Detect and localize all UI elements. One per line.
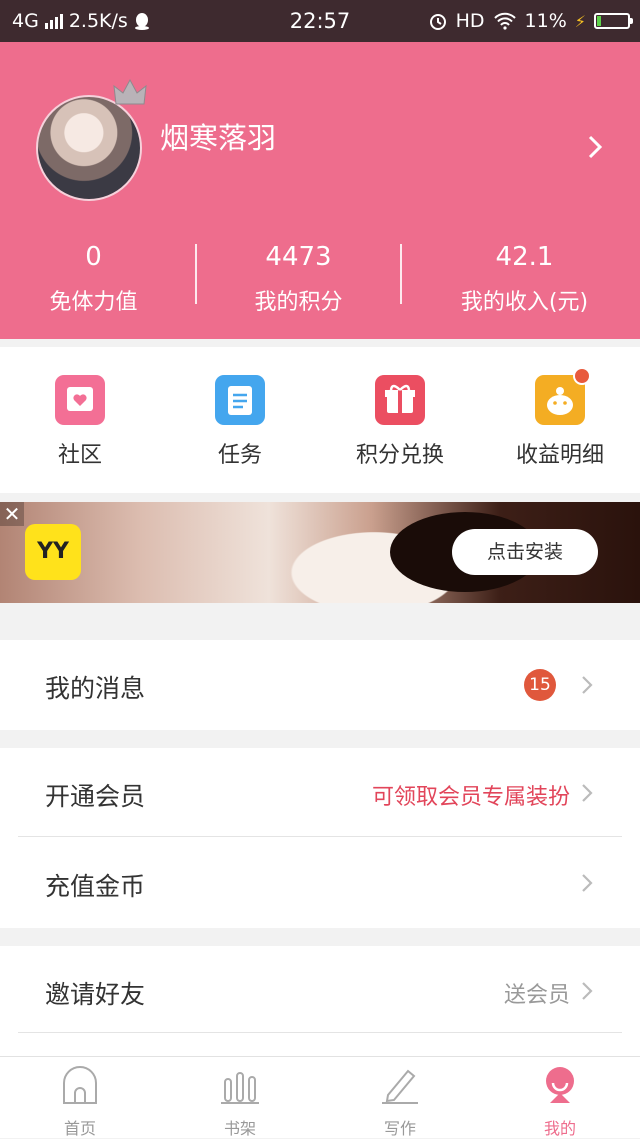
unread-badge: 15 <box>524 669 556 701</box>
row-title: 充值金币 <box>45 872 146 901</box>
action-label: 任务 <box>217 443 262 468</box>
action-income-detail[interactable]: 收益明细 <box>480 367 640 469</box>
row-title: 开通会员 <box>45 782 146 811</box>
chevron-right-icon <box>582 676 593 694</box>
membership-card: 开通会员 可领取会员专属装扮 充值金币 <box>0 748 640 928</box>
wifi-icon <box>493 12 516 30</box>
alarm-icon <box>429 14 446 30</box>
divider <box>400 244 402 304</box>
stat-stamina[interactable]: 0 免体力值 <box>0 242 200 316</box>
tab-write[interactable]: 写作 <box>320 1065 480 1139</box>
profile-icon <box>546 1067 574 1103</box>
stat-label: 我的收入(元) <box>460 290 589 315</box>
action-label: 积分兑换 <box>355 443 444 468</box>
quick-actions: 社区 任务 积分兑换 收益明细 <box>0 347 640 493</box>
menu-row-messages[interactable]: 我的消息 15 <box>0 640 640 730</box>
tab-label: 写作 <box>383 1119 416 1138</box>
row-title: 邀请好友 <box>45 980 146 1009</box>
tab-label: 我的 <box>543 1119 576 1138</box>
vip-promo-text: 可领取会员专属装扮 <box>371 785 570 810</box>
action-tasks[interactable]: 任务 <box>160 375 320 469</box>
stat-value: 42.1 <box>495 242 554 272</box>
invite-reward-text: 送会员 <box>503 983 570 1008</box>
tab-me[interactable]: 我的 <box>480 1065 640 1139</box>
stat-income[interactable]: 42.1 我的收入(元) <box>418 242 631 316</box>
close-icon[interactable]: ✕ <box>0 502 24 526</box>
bookshelf-icon <box>221 1072 259 1104</box>
community-icon <box>55 375 105 425</box>
profile-header: 烟寒落羽 0 免体力值 4473 我的积分 42.1 我的收入(元) <box>0 42 640 339</box>
tab-label: 书架 <box>223 1119 256 1138</box>
charging-icon: ⚡ <box>574 11 586 31</box>
battery-percent: 11% <box>524 10 567 32</box>
stat-label: 免体力值 <box>49 290 138 315</box>
messages-card: 我的消息 15 <box>0 640 640 730</box>
notification-dot <box>573 367 591 385</box>
avatar[interactable] <box>36 95 142 201</box>
piggy-bank-icon <box>535 367 591 425</box>
stat-points[interactable]: 4473 我的积分 <box>192 242 405 316</box>
username[interactable]: 烟寒落羽 <box>160 115 276 157</box>
tab-home[interactable]: 首页 <box>0 1065 160 1139</box>
chevron-right-icon <box>582 874 593 892</box>
ad-banner[interactable]: ✕ YY 点击安装 <box>0 502 640 603</box>
chevron-right-icon <box>582 784 593 802</box>
menu-row-invite[interactable]: 邀请好友 送会员 <box>0 946 640 1036</box>
tab-label: 首页 <box>63 1119 96 1138</box>
chevron-right-icon <box>582 982 593 1000</box>
hd-indicator: HD <box>455 10 485 32</box>
tab-bookshelf[interactable]: 书架 <box>160 1065 320 1139</box>
menu-row-vip[interactable]: 开通会员 可领取会员专属装扮 <box>0 748 640 838</box>
battery-icon <box>594 13 633 29</box>
row-title: 我的消息 <box>45 674 146 703</box>
home-icon <box>63 1066 97 1104</box>
action-label: 收益明细 <box>515 443 604 468</box>
chevron-right-icon[interactable] <box>586 134 604 160</box>
invite-card: 邀请好友 送会员 <box>0 946 640 1056</box>
stat-value: 0 <box>85 242 102 272</box>
action-label: 社区 <box>57 443 102 468</box>
action-community[interactable]: 社区 <box>0 375 160 469</box>
action-points-exchange[interactable]: 积分兑换 <box>320 375 480 469</box>
menu-row-recharge[interactable]: 充值金币 <box>0 838 640 928</box>
divider <box>18 1032 622 1033</box>
crown-icon <box>113 78 147 105</box>
gift-icon <box>375 375 425 425</box>
install-button[interactable]: 点击安装 <box>452 529 598 575</box>
bottom-tab-bar: 首页 书架 写作 我的 <box>0 1056 640 1138</box>
stat-label: 我的积分 <box>254 290 343 315</box>
status-bar: 4G 2.5K/s 22:57 HD 11% ⚡ <box>0 0 640 42</box>
yy-logo: YY <box>25 524 81 580</box>
stat-value: 4473 <box>265 242 332 272</box>
divider <box>18 836 622 837</box>
pen-icon <box>382 1069 418 1104</box>
task-list-icon <box>215 375 265 425</box>
